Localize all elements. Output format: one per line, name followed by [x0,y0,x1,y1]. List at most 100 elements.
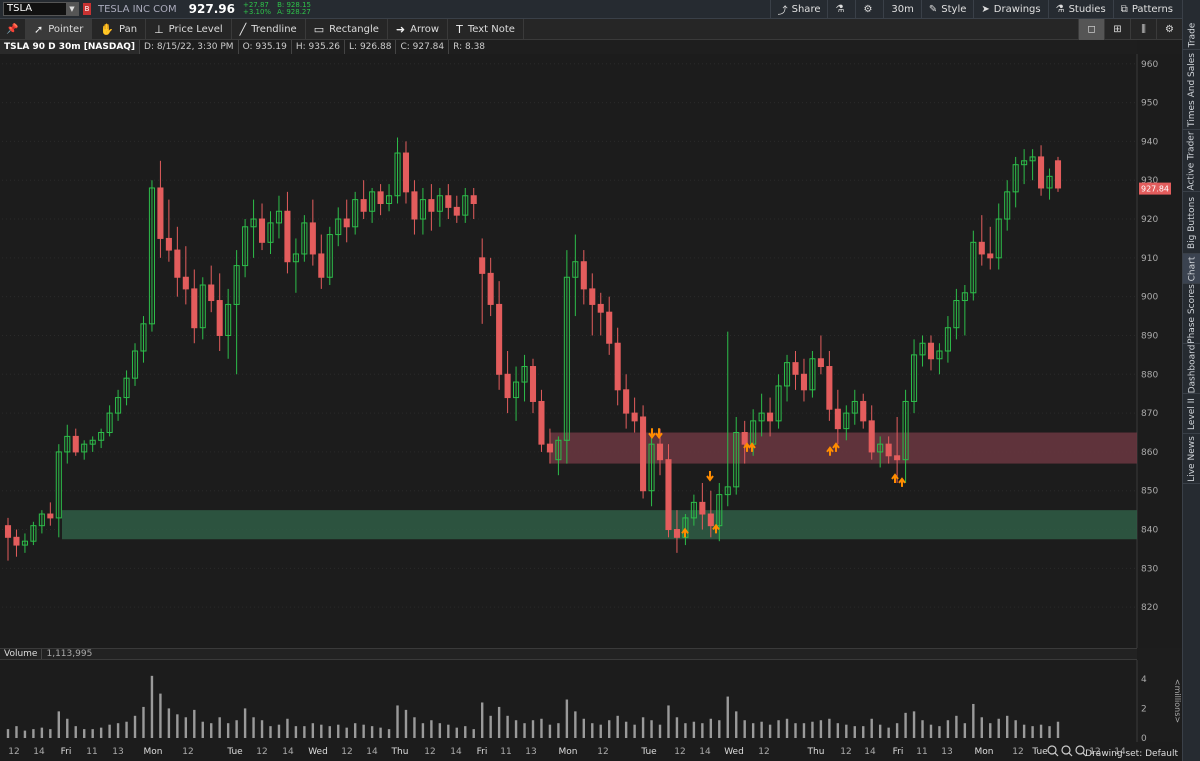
header-button-share[interactable]: ⤴ Share [769,0,828,19]
header-button-patterns[interactable]: ⧉ Patterns [1112,0,1180,19]
sidebar-tab-label: Level II [1187,397,1197,430]
sidebar-tab-dashboard[interactable]: Dashboard [1183,344,1200,394]
volume-bar [972,703,975,738]
zone-support[interactable] [62,510,1137,540]
candle-body [487,272,494,305]
volume-bar [303,726,306,738]
volume-bar [99,727,103,738]
symbol-dropdown-icon[interactable]: ▼ [66,3,78,15]
tool-price-level[interactable]: ⊥ Price Level [146,18,232,40]
x-tick-label: 14 [366,747,378,757]
x-tick-label: 11 [916,747,927,757]
header-button-drawings[interactable]: ➤ Drawings [973,0,1047,19]
chart-settings-icon[interactable]: ⚙ [1156,19,1182,40]
y-tick-label: 950 [1141,99,1158,109]
zone-resistance[interactable] [550,432,1137,464]
volume-bar [862,726,865,738]
volume-bar [497,706,501,738]
chart-title: TSLA 90 D 30m [NASDAQ] [0,40,140,54]
header-button-label: Drawings [993,4,1041,15]
pin-icon[interactable]: 📌 [0,18,26,40]
volume-bar [675,717,679,738]
candle-body [589,288,596,305]
volume-bar [506,715,509,738]
sidebar-tab-active-trader[interactable]: Active Trader [1183,130,1200,192]
volume-bar [40,727,44,738]
volume-bar [269,726,272,738]
single-layout-icon[interactable]: ◻ [1078,19,1104,40]
grid-layout-icon[interactable]: ⊞ [1104,19,1130,40]
price-chart[interactable]: 9609509409309209109008908808708608508408… [0,54,1182,648]
ask-price: A: 928.27 [277,8,311,16]
volume-bar [921,720,924,738]
hand-icon: ✋ [100,22,115,36]
volume-bar [235,720,238,738]
status-bar: Drawing set: Default [1042,747,1182,761]
bar-low: L: 926.88 [344,40,395,54]
candle-body [479,257,486,274]
candle-body [174,249,181,278]
sidebar-tab-label: Dashboard [1187,344,1198,393]
volume-bar [1056,721,1060,738]
sidebar-tab-phase-scores[interactable]: Phase Scores [1183,284,1200,344]
candle-body [707,513,714,527]
header-button-30m[interactable]: 30m [883,0,920,19]
candle-body [927,342,935,360]
volume-bar [963,723,967,738]
header-button-style[interactable]: ✎ Style [920,0,974,19]
volume-bar [32,729,35,738]
symbol-input[interactable]: TSLA ▼ [3,2,79,16]
sidebar-tab-live-news[interactable]: Live News [1183,434,1200,484]
volume-bar [328,726,331,738]
volume-bar [6,729,10,738]
y-tick-label: 850 [1141,487,1158,497]
x-tick-label: 12 [341,747,352,757]
candle-body [834,408,841,430]
volume-bar [286,718,289,738]
volume-bar [74,726,77,738]
tool-pan[interactable]: ✋ Pan [92,18,147,40]
pointer-icon: ➚ [34,22,44,36]
volume-bar [159,693,162,738]
volume-bar [845,724,848,738]
x-tick-label: 12 [256,747,267,757]
volume-chart[interactable]: 420<millions>12 14 Fri 11 13 Mon 12 Tue 12 14 Wed 1… [0,660,1182,761]
header-button-flask[interactable]: ⚗ [827,0,855,19]
volume-bar [582,718,586,738]
tool-arrow[interactable]: ➜ Arrow [388,18,449,40]
style-icon: ✎ [928,4,938,15]
tool-text-note[interactable]: T Text Note [448,18,524,40]
volume-bar [768,724,772,738]
candle-body [656,443,664,461]
sidebar-tab-label: Chart [1187,256,1198,281]
header-actions: ⤴ Share ⚗ ⚙ 30m ✎ Style ➤ Drawings ⚗ Studies ⧉ Patte… [769,0,1180,19]
volume-label: Volume [4,649,38,659]
candle-body [216,300,223,336]
tool-rectangle[interactable]: ▭ Rectangle [306,18,388,40]
volume-bar [489,715,492,738]
share-icon: ⤴ [777,6,788,17]
candle-body [318,253,325,278]
sidebar-tab-times-and-sales[interactable]: Times And Sales [1183,50,1200,130]
candle-body [47,513,54,519]
bars-icon[interactable]: ⫼ [1130,19,1156,40]
drawing-toolbar: 📌 ➚ Pointer ✋ Pan ⊥ Price Level ╱ Trendline ▭ Rec… [0,18,1182,40]
candle-body [72,435,79,453]
x-tick-label: 12 [182,747,193,757]
sidebar-tab-big-buttons[interactable]: Big Buttons [1183,192,1200,254]
volume-bar [15,726,18,738]
volume-bar [828,718,831,738]
volume-bar [370,726,374,738]
rectangle-icon: ▭ [313,22,325,36]
header-button-studies[interactable]: ⚗ Studies [1047,0,1113,19]
tool-trendline[interactable]: ╱ Trendline [232,18,306,40]
volume-bar [997,718,1000,738]
candle-body [665,459,672,531]
sidebar-tab-chart[interactable]: Chart [1183,254,1200,284]
volume-bar [362,724,365,738]
tool-pointer[interactable]: ➚ Pointer [26,18,93,40]
header-button-gear[interactable]: ⚙ [855,0,883,19]
sidebar-tab-level-ii[interactable]: Level II [1183,394,1200,434]
volume-bar [184,717,188,738]
sidebar-tab-trade[interactable]: Trade [1183,20,1200,50]
